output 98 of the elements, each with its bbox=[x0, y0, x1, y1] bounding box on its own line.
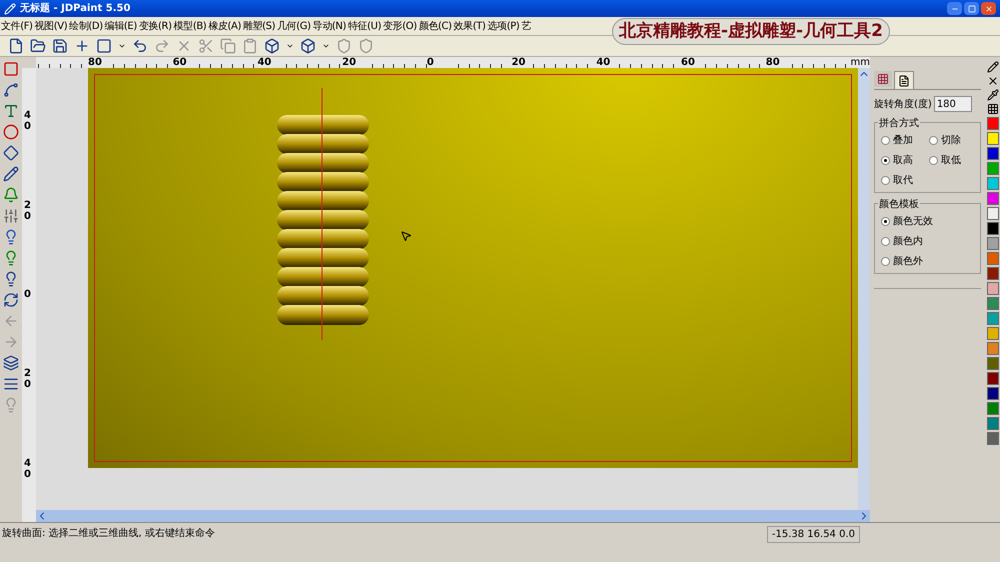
restore-button[interactable] bbox=[964, 2, 979, 15]
radio-option[interactable]: 取低 bbox=[929, 153, 973, 168]
panel-tab[interactable] bbox=[894, 71, 914, 89]
menu-item[interactable]: 效果(T) bbox=[452, 18, 486, 34]
menu-item[interactable]: 视图(V) bbox=[34, 18, 68, 34]
color-swatch[interactable] bbox=[986, 237, 998, 250]
radio-option[interactable]: 切除 bbox=[929, 133, 973, 148]
menu-item[interactable]: 橡皮(A) bbox=[207, 18, 242, 34]
angle-input-field[interactable]: 180 bbox=[934, 96, 972, 112]
undo-icon[interactable] bbox=[132, 38, 148, 54]
eyedropper-icon[interactable] bbox=[986, 89, 998, 101]
save-icon[interactable] bbox=[52, 38, 68, 54]
color-swatch[interactable] bbox=[986, 357, 998, 370]
ruler-label: 0 bbox=[426, 58, 449, 68]
menu-item[interactable]: 编辑(E) bbox=[104, 18, 138, 34]
new-file-icon[interactable] bbox=[8, 38, 24, 54]
pattern-icon[interactable] bbox=[986, 103, 998, 115]
menu-item[interactable]: 导动(N) bbox=[312, 18, 347, 34]
menu-item[interactable]: 绘制(D) bbox=[68, 18, 104, 34]
color-swatch[interactable] bbox=[986, 327, 998, 340]
radio-option[interactable]: 取高 bbox=[881, 153, 925, 168]
menu-item[interactable]: 艺 bbox=[520, 18, 532, 34]
select-box-icon[interactable] bbox=[3, 61, 19, 77]
rotate-icon[interactable] bbox=[3, 292, 19, 308]
ruler-label: 0 bbox=[24, 289, 32, 300]
color-swatch[interactable] bbox=[986, 402, 998, 415]
caret-icon[interactable] bbox=[118, 42, 126, 50]
color-swatch[interactable] bbox=[986, 207, 998, 220]
menu-item[interactable]: 特征(U) bbox=[346, 18, 382, 34]
color-swatch[interactable] bbox=[986, 312, 998, 325]
menu-item[interactable]: 选项(P) bbox=[486, 18, 520, 34]
ruler-unit: mm bbox=[850, 58, 870, 68]
color-swatch[interactable] bbox=[986, 387, 998, 400]
pen-icon[interactable] bbox=[986, 61, 998, 73]
minimize-button[interactable] bbox=[947, 2, 962, 15]
color-swatch[interactable] bbox=[986, 282, 998, 295]
radio-option[interactable]: 叠加 bbox=[881, 133, 925, 148]
cube-icon[interactable] bbox=[264, 38, 280, 54]
color-swatch[interactable] bbox=[986, 297, 998, 310]
radio-option[interactable]: 颜色内 bbox=[881, 234, 974, 249]
canvas-viewport[interactable] bbox=[88, 68, 858, 468]
radio-option[interactable]: 取代 bbox=[881, 173, 925, 188]
layers-icon[interactable] bbox=[3, 355, 19, 371]
caret-icon[interactable] bbox=[286, 42, 294, 50]
color-swatch[interactable] bbox=[986, 147, 998, 160]
menu-item[interactable]: 变换(R) bbox=[138, 18, 173, 34]
color-swatch[interactable] bbox=[986, 132, 998, 145]
color-swatch[interactable] bbox=[986, 162, 998, 175]
document-icon bbox=[898, 74, 910, 86]
text-tool-icon[interactable] bbox=[3, 103, 19, 119]
menu-item[interactable]: 几何(G) bbox=[276, 18, 312, 34]
grid-icon bbox=[877, 73, 889, 85]
ring-icon[interactable] bbox=[3, 124, 19, 140]
horizontal-scrollbar[interactable] bbox=[36, 510, 870, 522]
pen-tool-icon[interactable] bbox=[3, 82, 19, 98]
color-swatch[interactable] bbox=[986, 432, 998, 445]
color-swatch[interactable] bbox=[986, 117, 998, 130]
color-swatch[interactable] bbox=[986, 417, 998, 430]
bell-icon[interactable] bbox=[3, 187, 19, 203]
status-prompt: 旋转曲面: 选择二维或三维曲线, 或右键结束命令 bbox=[1, 526, 215, 541]
menu-item[interactable]: 变形(O) bbox=[382, 18, 418, 34]
color-swatch[interactable] bbox=[986, 267, 998, 280]
ruler-label: 40 bbox=[24, 458, 32, 480]
lines-icon[interactable] bbox=[3, 376, 19, 392]
color-swatch[interactable] bbox=[986, 222, 998, 235]
angle-label: 旋转角度(度) bbox=[874, 98, 932, 112]
ruler-label: 20 bbox=[24, 200, 32, 222]
diamond-icon[interactable] bbox=[3, 145, 19, 161]
radio-option[interactable]: 颜色无效 bbox=[881, 214, 974, 229]
menu-item[interactable]: 雕塑(S) bbox=[242, 18, 276, 34]
ruler-label: 40 bbox=[24, 110, 32, 132]
color-swatch[interactable] bbox=[986, 177, 998, 190]
coordinates: -15.38 16.54 0.0 bbox=[766, 526, 860, 543]
close-button[interactable] bbox=[981, 2, 996, 15]
wire-cube-icon[interactable] bbox=[300, 38, 316, 54]
restore-icon bbox=[968, 4, 976, 12]
tutorial-title-banner: 北京精雕教程-虚拟雕塑-几何工具2 bbox=[612, 18, 890, 45]
no-color-icon[interactable] bbox=[986, 75, 998, 87]
crosshair-icon[interactable] bbox=[74, 38, 90, 54]
radio-option[interactable]: 颜色外 bbox=[881, 254, 974, 269]
vertical-scrollbar[interactable] bbox=[858, 68, 870, 510]
slider-tool-icon[interactable] bbox=[3, 208, 19, 224]
color-swatch[interactable] bbox=[986, 192, 998, 205]
menu-item[interactable]: 颜色(C) bbox=[418, 18, 453, 34]
menu-item[interactable]: 文件(F) bbox=[0, 18, 34, 34]
mouse-cursor-icon bbox=[400, 230, 412, 242]
app-icon bbox=[4, 2, 16, 14]
color-swatch[interactable] bbox=[986, 342, 998, 355]
close-icon bbox=[984, 4, 992, 12]
ruler-label: 20 bbox=[24, 368, 32, 390]
color-swatch[interactable] bbox=[986, 252, 998, 265]
color-swatch[interactable] bbox=[986, 372, 998, 385]
folder-icon[interactable] bbox=[30, 38, 46, 54]
window-title: 无标题 - JDPaint 5.50 bbox=[20, 2, 130, 16]
menu-item[interactable]: 模型(B) bbox=[172, 18, 208, 34]
ruler-label: 20 bbox=[342, 58, 364, 68]
caret-icon[interactable] bbox=[322, 42, 330, 50]
pencil-icon[interactable] bbox=[3, 166, 19, 182]
